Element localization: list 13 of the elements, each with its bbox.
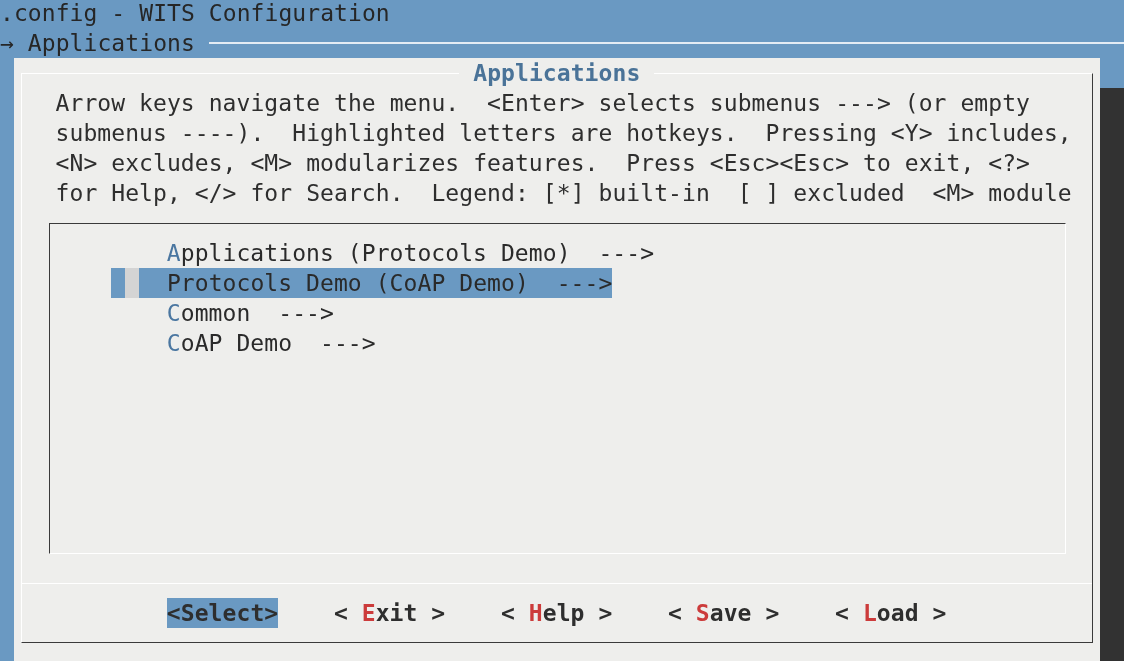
dialog-button[interactable]: < Exit > xyxy=(333,598,446,628)
menu-item[interactable]: CoAP Demo ---> xyxy=(166,328,376,358)
breadcrumb-path: → Applications xyxy=(0,29,195,58)
menu-item[interactable]: Common ---> xyxy=(166,298,334,328)
dialog-button[interactable]: <Select> xyxy=(166,598,279,628)
window-title: .config - WITS Configuration xyxy=(0,0,390,28)
dialog-button[interactable]: < Help > xyxy=(500,598,613,628)
menu-item[interactable]: Protocols Demo (CoAP Demo) ---> xyxy=(111,268,613,298)
dialog-button[interactable]: < Load > xyxy=(835,598,947,628)
cursor-block-icon xyxy=(125,268,140,298)
menu-item[interactable]: Applications (Protocols Demo) ---> xyxy=(166,238,655,268)
help-text: Arrow keys navigate the menu. <Enter> selects submenus ---> (or empty submenus ----). Highlighted letters are hotkeys. Pressing <Y> includes, <N> excludes, <M> modularizes features. Press <Esc><Esc> to exit, <?> for Help, </> for Search. Legend: [*] built-in [ ] excluded <M> module xyxy=(55,89,1072,208)
dialog-button[interactable]: < Save > xyxy=(668,598,780,628)
